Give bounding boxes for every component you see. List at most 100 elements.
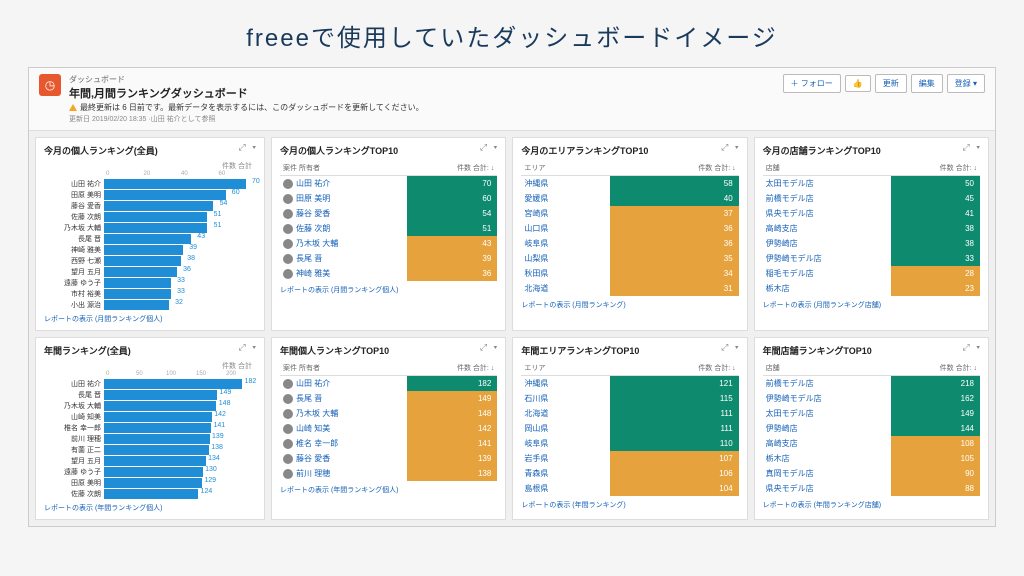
col-header[interactable]: 件数 合計: ↓: [407, 361, 497, 376]
report-link[interactable]: レポートの表示 (月間ランキング個人): [280, 285, 497, 295]
row-name[interactable]: 山田 祐介: [280, 176, 407, 192]
report-link[interactable]: レポートの表示 (月間ランキング店舗): [763, 300, 980, 310]
follow-button[interactable]: ＋ フォロー: [783, 74, 841, 93]
row-name[interactable]: 真岡モデル店: [763, 466, 891, 481]
row-name[interactable]: 佐藤 次朗: [280, 221, 407, 236]
table-row: 長尾 晋 149: [280, 391, 497, 406]
row-value: 70: [407, 176, 497, 192]
row-name[interactable]: 岡山県: [521, 421, 610, 436]
row-name[interactable]: 秋田県: [521, 266, 610, 281]
panel-controls[interactable]: ⤢ ▾: [239, 142, 258, 153]
row-name[interactable]: 青森県: [521, 466, 610, 481]
bar-chart: 山田 祐介 182 長尾 晋 149 乃木坂 大輔 148 山崎 知美 142 …: [44, 379, 256, 499]
report-link[interactable]: レポートの表示 (年間ランキング個人): [280, 485, 497, 495]
row-name[interactable]: 県央モデル店: [763, 481, 891, 496]
refresh-button[interactable]: 更新: [875, 74, 907, 93]
row-name[interactable]: 乃木坂 大輔: [280, 236, 407, 251]
report-link[interactable]: レポートの表示 (月間ランキング): [521, 300, 738, 310]
col-header[interactable]: 件数 合計: ↓: [610, 361, 738, 376]
report-link[interactable]: レポートの表示 (年間ランキング個人): [44, 503, 256, 513]
report-link[interactable]: レポートの表示 (年間ランキング店舗): [763, 500, 980, 510]
row-name[interactable]: 伊勢崎店: [763, 236, 891, 251]
panel-controls[interactable]: ⤢ ▾: [963, 142, 982, 153]
row-name[interactable]: 岐阜県: [521, 236, 610, 251]
row-name[interactable]: 岩手県: [521, 451, 610, 466]
row-name[interactable]: 田原 美明: [280, 191, 407, 206]
ranking-table: 店舗件数 合計: ↓ 太田モデル店 50 前橋モデル店 45 県央モデル店 41…: [763, 161, 980, 296]
col-header[interactable]: 件数 合計: ↓: [891, 161, 980, 176]
row-name[interactable]: 山田 祐介: [280, 376, 407, 392]
row-name[interactable]: 長尾 晋: [280, 391, 407, 406]
panel-controls[interactable]: ⤢ ▾: [239, 342, 258, 353]
col-header[interactable]: 件数 合計: ↓: [407, 161, 497, 176]
row-name[interactable]: 伊勢崎モデル店: [763, 391, 891, 406]
bar-row: 山田 祐介 70: [44, 179, 256, 189]
warning-message: 最終更新は 6 日前です。最新データを表示するには、このダッシュボードを更新して…: [69, 102, 783, 113]
row-name[interactable]: 栃木店: [763, 281, 891, 296]
bar-label: 藤谷 愛香: [44, 201, 104, 211]
row-value: 51: [407, 221, 497, 236]
col-header[interactable]: 件数 合計: ↓: [891, 361, 980, 376]
row-name[interactable]: 乃木坂 大輔: [280, 406, 407, 421]
row-name[interactable]: 椎名 幸一郎: [280, 436, 407, 451]
col-header[interactable]: 案件 所有者: [280, 161, 407, 176]
row-name[interactable]: 沖縄県: [521, 176, 610, 192]
row-name[interactable]: 島根県: [521, 481, 610, 496]
panel-controls[interactable]: ⤢ ▾: [480, 342, 499, 353]
row-name[interactable]: 沖縄県: [521, 376, 610, 392]
panel-controls[interactable]: ⤢ ▾: [480, 142, 499, 153]
row-name[interactable]: 藤谷 愛香: [280, 206, 407, 221]
table-row: 北海道 111: [521, 406, 738, 421]
panel-controls[interactable]: ⤢ ▾: [721, 342, 740, 353]
row-name[interactable]: 石川県: [521, 391, 610, 406]
row-name[interactable]: 北海道: [521, 281, 610, 296]
row-name[interactable]: 藤谷 愛香: [280, 451, 407, 466]
panel-controls[interactable]: ⤢ ▾: [963, 342, 982, 353]
row-value: 149: [891, 406, 980, 421]
table-row: 山田 祐介 182: [280, 376, 497, 392]
panel-controls[interactable]: ⤢ ▾: [721, 142, 740, 153]
row-value: 37: [610, 206, 738, 221]
row-name[interactable]: 高崎支店: [763, 436, 891, 451]
breadcrumb: ダッシュボード: [69, 74, 783, 85]
row-name[interactable]: 前川 理穂: [280, 466, 407, 481]
row-name[interactable]: 太田モデル店: [763, 176, 891, 192]
row-name[interactable]: 高崎支店: [763, 221, 891, 236]
like-button[interactable]: 👍: [845, 75, 871, 92]
row-name[interactable]: 愛媛県: [521, 191, 610, 206]
row-name[interactable]: 栃木店: [763, 451, 891, 466]
row-name[interactable]: 山崎 知美: [280, 421, 407, 436]
row-name[interactable]: 稲毛モデル店: [763, 266, 891, 281]
col-header[interactable]: エリア: [521, 161, 610, 176]
col-header[interactable]: 案件 所有者: [280, 361, 407, 376]
report-link[interactable]: レポートの表示 (月間ランキング個人): [44, 314, 256, 324]
col-header[interactable]: 店舗: [763, 161, 891, 176]
row-name[interactable]: 山梨県: [521, 251, 610, 266]
edit-button[interactable]: 編集: [911, 74, 943, 93]
row-name[interactable]: 伊勢崎モデル店: [763, 251, 891, 266]
register-button[interactable]: 登録 ▾: [947, 74, 985, 93]
avatar-icon: [283, 194, 293, 204]
table-row: 沖縄県 121: [521, 376, 738, 392]
row-name[interactable]: 宮崎県: [521, 206, 610, 221]
row-name[interactable]: 長尾 晋: [280, 251, 407, 266]
row-value: 35: [610, 251, 738, 266]
table-row: 宮崎県 37: [521, 206, 738, 221]
row-name[interactable]: 山口県: [521, 221, 610, 236]
row-name[interactable]: 北海道: [521, 406, 610, 421]
avatar-icon: [283, 454, 293, 464]
row-name[interactable]: 伊勢崎店: [763, 421, 891, 436]
avatar-icon: [283, 394, 293, 404]
row-name[interactable]: 前橋モデル店: [763, 191, 891, 206]
col-header[interactable]: 店舗: [763, 361, 891, 376]
row-name[interactable]: 神崎 雅美: [280, 266, 407, 281]
row-name[interactable]: 岐阜県: [521, 436, 610, 451]
row-name[interactable]: 前橋モデル店: [763, 376, 891, 392]
avatar-icon: [283, 409, 293, 419]
report-link[interactable]: レポートの表示 (年間ランキング): [521, 500, 738, 510]
col-header[interactable]: 件数 合計: ↓: [610, 161, 738, 176]
row-name[interactable]: 太田モデル店: [763, 406, 891, 421]
row-name[interactable]: 県央モデル店: [763, 206, 891, 221]
bar-label: 山崎 知美: [44, 412, 104, 422]
col-header[interactable]: エリア: [521, 361, 610, 376]
